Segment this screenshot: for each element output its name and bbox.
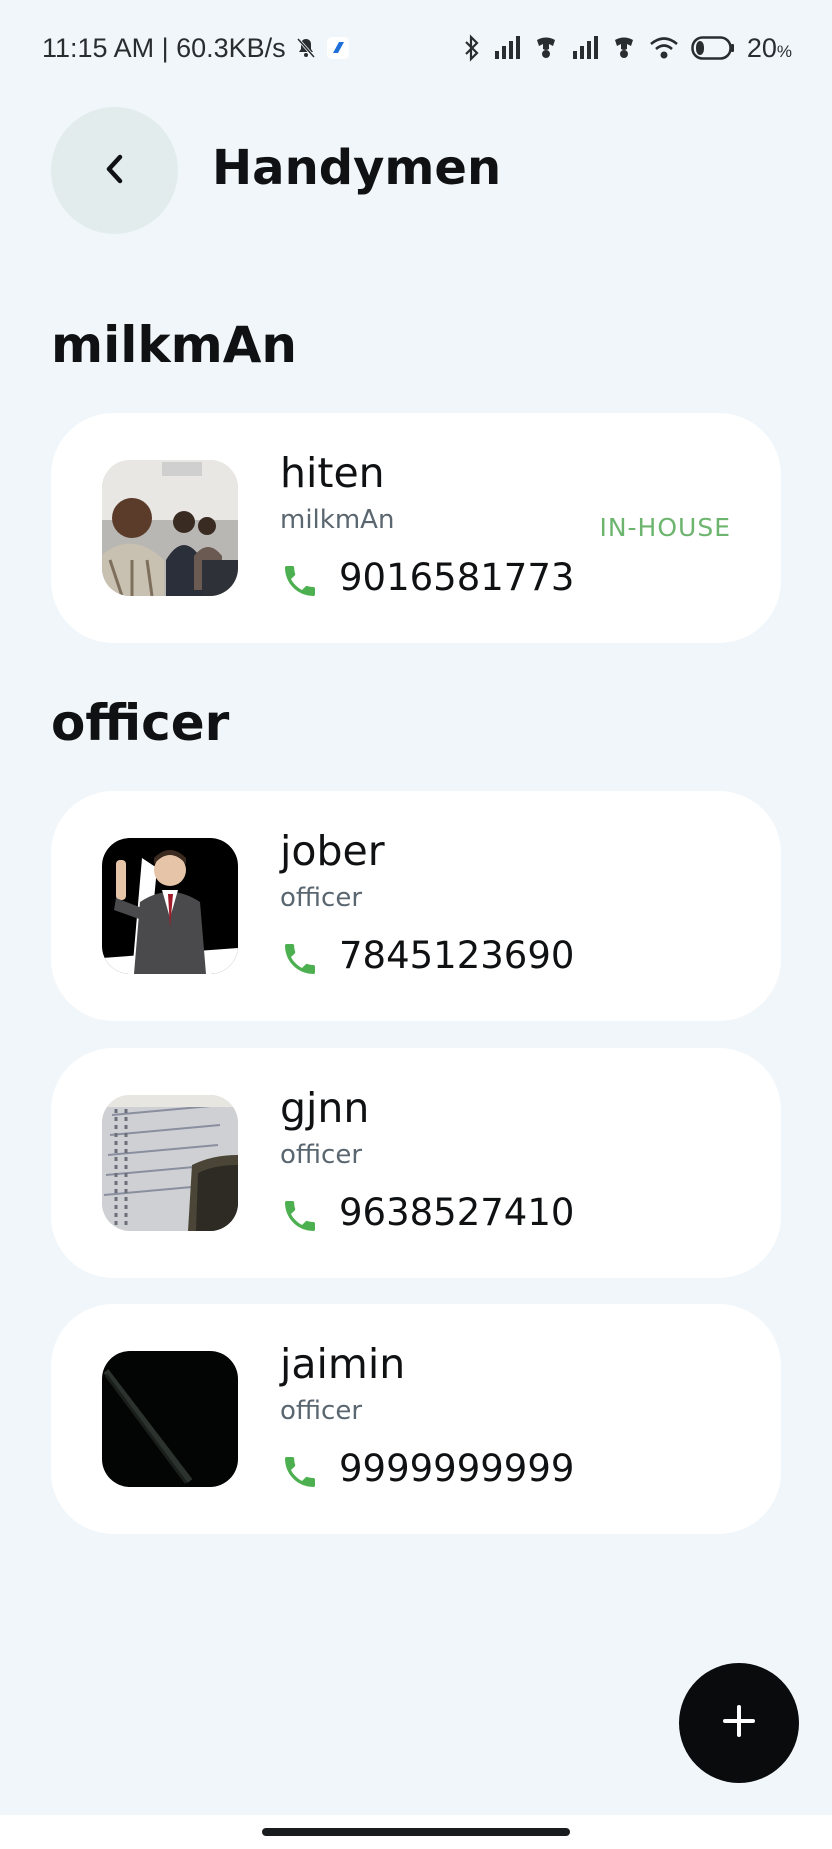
avatar [102,460,238,596]
wifi-icon [649,35,679,61]
signal-2-icon [571,35,599,61]
contact-role: officer [280,1396,363,1426]
contact-name: jaimin [280,1340,406,1388]
signal-1-icon [493,35,521,61]
contact-name: hiten [280,449,385,497]
contact-role: officer [280,883,363,913]
avatar [102,1351,238,1487]
volte-call-icon-2 [611,35,637,61]
phone-icon[interactable] [280,1196,320,1236]
contact-phone[interactable]: 9016581773 [339,556,574,599]
battery-percent: 20% [746,32,792,63]
add-handyman-button[interactable] [679,1663,799,1783]
app-notification-icon [326,36,350,60]
contact-card[interactable]: hiten milkmAn 9016581773 IN-HOUSE [51,413,781,643]
chevron-left-icon [100,149,130,193]
contact-phone[interactable]: 7845123690 [339,934,574,977]
section-title-milkman: milkmAn [51,316,298,374]
bluetooth-icon [463,34,481,62]
volte-call-icon-1 [533,35,559,61]
page-title: Handymen [212,140,502,196]
status-bar: 11:15 AM | 60.3KB/s 20% [0,0,832,96]
contact-role: milkmAn [280,505,395,535]
plus-icon [719,1701,759,1745]
back-button[interactable] [51,107,178,234]
mute-bell-icon [296,37,316,59]
contact-name: gjnn [280,1084,370,1132]
section-title-officer: officer [51,694,230,752]
contact-phone[interactable]: 9999999999 [339,1447,574,1490]
status-time: 11:15 AM | 60.3KB/s [42,32,286,63]
phone-icon[interactable] [280,939,320,979]
avatar [102,838,238,974]
contact-card[interactable]: jober officer 7845123690 [51,791,781,1021]
contact-card[interactable]: gjnn officer 9638527410 [51,1048,781,1278]
home-indicator[interactable] [262,1828,570,1836]
in-house-badge: IN-HOUSE [599,513,731,542]
contact-phone[interactable]: 9638527410 [339,1191,574,1234]
phone-icon[interactable] [280,1452,320,1492]
contact-role: officer [280,1140,363,1170]
avatar [102,1095,238,1231]
contact-card[interactable]: jaimin officer 9999999999 [51,1304,781,1534]
phone-icon[interactable] [280,561,320,601]
contact-name: jober [280,827,385,875]
battery-icon [691,35,735,61]
